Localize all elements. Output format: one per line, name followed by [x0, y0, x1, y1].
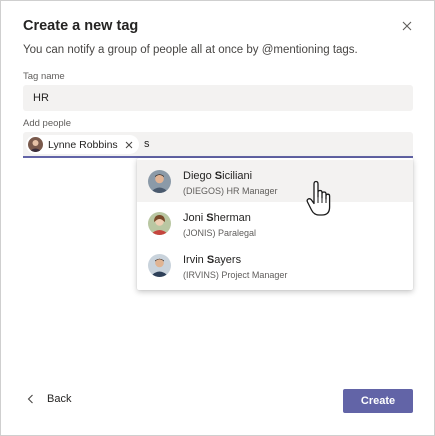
avatar: [28, 137, 43, 152]
chevron-left-icon: [27, 394, 33, 404]
suggestion-item[interactable]: Joni Sherman (JONIS) Paralegal: [137, 202, 413, 244]
people-suggestions-dropdown: Diego Siciliani (DIEGOS) HR Manager Joni…: [137, 158, 413, 290]
suggestion-detail: (JONIS) Paralegal: [183, 228, 257, 238]
suggestion-name: Irvin Sayers: [183, 254, 242, 266]
suggestion-item[interactable]: Irvin Sayers (IRVINS) Project Manager: [137, 244, 413, 286]
avatar: [148, 254, 171, 277]
tag-name-label: Tag name: [23, 71, 65, 82]
back-label: Back: [47, 393, 72, 405]
create-tag-dialog: Create a new tag You can notify a group …: [0, 0, 435, 436]
add-people-label: Add people: [23, 118, 72, 129]
chip-name: Lynne Robbins: [48, 138, 118, 151]
close-icon[interactable]: [400, 19, 414, 33]
suggestion-detail: (IRVINS) Project Manager: [183, 270, 288, 280]
back-button[interactable]: Back: [27, 393, 71, 405]
dialog-subtitle: You can notify a group of people all at …: [23, 44, 358, 56]
suggestion-name: Diego Siciliani: [183, 170, 253, 182]
create-button[interactable]: Create: [343, 389, 413, 413]
suggestion-name: Joni Sherman: [183, 212, 251, 224]
people-search-query: s: [144, 138, 150, 150]
close-button[interactable]: [400, 19, 414, 33]
dialog-title: Create a new tag: [23, 18, 139, 34]
add-people-input[interactable]: Lynne Robbins s: [23, 132, 413, 158]
avatar: [148, 212, 171, 235]
tag-name-input[interactable]: [23, 85, 413, 111]
remove-chip-icon[interactable]: [125, 141, 133, 149]
suggestion-detail: (DIEGOS) HR Manager: [183, 186, 278, 196]
hand-pointer-icon: [306, 180, 331, 216]
avatar: [148, 170, 171, 193]
person-chip: Lynne Robbins: [26, 135, 139, 154]
suggestion-item[interactable]: Diego Siciliani (DIEGOS) HR Manager: [137, 160, 413, 202]
